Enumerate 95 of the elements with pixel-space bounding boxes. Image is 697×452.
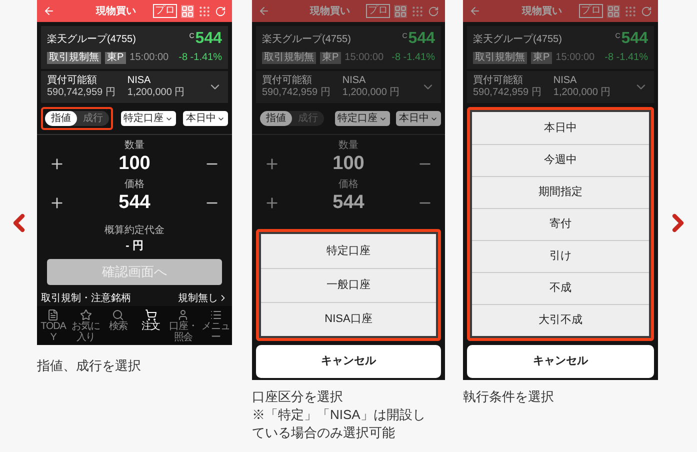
stock-name: 楽天グループ(4755): [262, 32, 351, 46]
regulation-label: 取引規制・注意銘柄: [41, 292, 131, 306]
field-value[interactable]: 544: [280, 191, 417, 215]
search-icon: [112, 309, 124, 321]
dropdown[interactable]: 本日中: [396, 111, 441, 126]
field-label: 価格: [338, 178, 358, 191]
status-tag: 東P: [531, 52, 552, 64]
order-type-option[interactable]: 指値: [260, 111, 292, 126]
screen-title: 現物買い: [520, 4, 563, 18]
update-time: 15:00:00: [344, 51, 384, 65]
account-label: 買付可能額: [262, 75, 313, 87]
order-type-option[interactable]: 指値: [45, 111, 77, 126]
price-change: -8 -1.41%: [604, 51, 648, 65]
refresh-icon[interactable]: [215, 6, 226, 16]
nav-item[interactable]: TODAY: [37, 309, 70, 343]
nav-item[interactable]: メニュー: [200, 309, 232, 343]
price-change: -8 -1.41%: [178, 51, 222, 65]
dropdown[interactable]: 特定口座: [120, 111, 176, 126]
back-icon[interactable]: [469, 5, 481, 17]
nav-item[interactable]: 検索: [102, 309, 134, 343]
plus-icon[interactable]: [264, 156, 280, 172]
account-value: 1,200,000 円: [553, 87, 611, 99]
estimate-label: 概算約定代金: [104, 224, 164, 238]
account-value: 1,200,000 円: [342, 87, 400, 99]
account-label: NISA: [127, 75, 152, 87]
status-tag: 取引規制無: [262, 52, 316, 64]
screen-title: 現物買い: [308, 4, 351, 18]
field-value[interactable]: 100: [280, 152, 417, 176]
account-label: 買付可能額: [47, 75, 98, 87]
sheet-option[interactable]: NISA口座: [261, 302, 436, 336]
caption: 指値、成行を選択: [37, 357, 142, 375]
account-label: NISA: [553, 75, 578, 87]
field-value[interactable]: 544: [65, 191, 204, 215]
update-time: 15:00:00: [556, 51, 595, 65]
sheet-option[interactable]: 本日中: [472, 112, 649, 144]
dropdown[interactable]: 本日中: [183, 111, 228, 126]
account-value: 590,742,959 円: [47, 87, 116, 99]
grid-icon[interactable]: [607, 4, 620, 18]
grid-icon[interactable]: [181, 4, 194, 18]
account-label: 買付可能額: [473, 75, 524, 87]
screen-title: 現物買い: [94, 4, 137, 18]
status-tag: 東P: [105, 52, 126, 64]
sheet-option[interactable]: 寄付: [472, 208, 649, 240]
stock-price: 544: [195, 30, 222, 48]
status-tag: 東P: [320, 52, 341, 64]
dots-grid-icon[interactable]: [624, 4, 637, 18]
update-time: 15:00:00: [130, 51, 169, 65]
regulation-link[interactable]: 規制無し: [178, 290, 218, 306]
order-type-option[interactable]: 成行: [77, 111, 109, 126]
stock-price: 544: [621, 30, 648, 48]
stock-price: 544: [408, 30, 435, 48]
pro-toggle[interactable]: プロ: [153, 4, 177, 18]
cancel-button[interactable]: キャンセル: [467, 345, 654, 378]
account-value: 590,742,959 円: [262, 87, 330, 99]
nav-item[interactable]: 口座・照会: [167, 309, 200, 343]
dots-grid-icon[interactable]: [411, 4, 424, 18]
grid-icon[interactable]: [394, 4, 407, 18]
cart-icon: [144, 309, 157, 321]
refresh-icon[interactable]: [641, 6, 652, 16]
back-icon[interactable]: [258, 5, 270, 17]
plus-icon[interactable]: [49, 156, 65, 172]
star-icon: [80, 309, 92, 321]
sheet-option[interactable]: 今週中: [472, 144, 649, 176]
field-label: 価格: [124, 178, 144, 191]
person-icon: [177, 309, 190, 321]
sheet-option[interactable]: 不成: [472, 272, 649, 304]
caption: 執行条件を選択: [463, 388, 555, 406]
plus-icon[interactable]: [49, 195, 65, 211]
account-value: 590,742,959 円: [473, 87, 542, 99]
back-icon[interactable]: [43, 5, 55, 17]
cancel-button[interactable]: キャンセル: [256, 345, 441, 378]
dropdown[interactable]: 特定口座: [334, 111, 390, 126]
field-label: 数量: [124, 139, 144, 152]
status-tag: 取引規制無: [473, 52, 527, 64]
field-value[interactable]: 100: [65, 152, 204, 176]
sheet-option[interactable]: 引け: [472, 240, 649, 272]
plus-icon[interactable]: [264, 195, 280, 211]
field-label: 数量: [338, 139, 358, 152]
nav-item[interactable]: お気に入り: [70, 309, 102, 343]
stock-name: 楽天グループ(4755): [473, 32, 562, 46]
sheet-option[interactable]: 一般口座: [261, 268, 436, 302]
sheet-option[interactable]: 期間指定: [472, 176, 649, 208]
caption: 口座区分を選択 ※「特定」「NISA」は開設し ている場合のみ選択可能: [252, 388, 426, 442]
refresh-icon[interactable]: [428, 6, 439, 16]
sheet-option[interactable]: 特定口座: [261, 234, 436, 268]
stock-name: 楽天グループ(4755): [47, 32, 136, 46]
account-value: 1,200,000 円: [127, 87, 185, 99]
dots-grid-icon[interactable]: [198, 4, 211, 18]
status-tag: 取引規制無: [47, 52, 101, 64]
nav-item[interactable]: 注文: [134, 309, 167, 343]
sheet-option[interactable]: 大引不成: [472, 304, 649, 336]
account-label: NISA: [342, 75, 367, 87]
price-change: -8 -1.41%: [392, 51, 435, 65]
document-icon: [47, 309, 60, 321]
estimate-value: - 円: [126, 239, 144, 254]
